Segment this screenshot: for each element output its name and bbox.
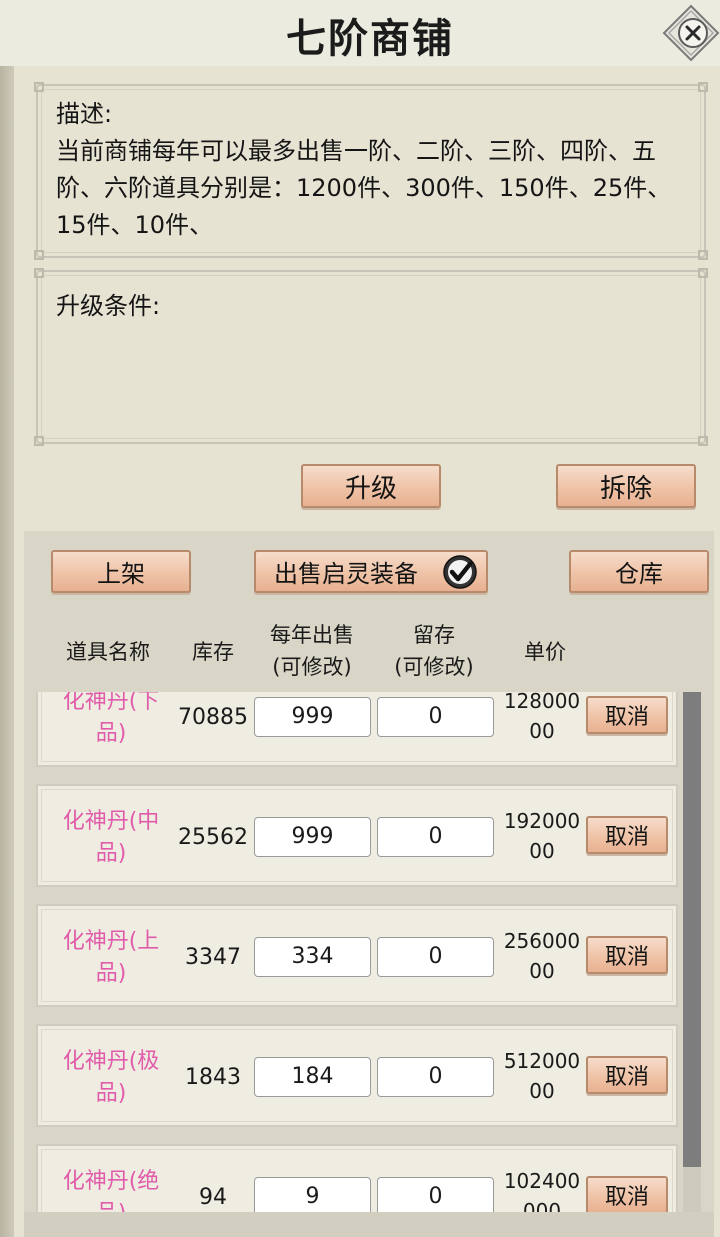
title-bar: 七阶商铺 bbox=[0, 0, 720, 66]
reserve-input[interactable]: 0 bbox=[377, 697, 494, 737]
panel-bottom-edge bbox=[24, 1212, 714, 1237]
description-content: 描述: 当前商铺每年可以最多出售一阶、二阶、三阶、四阶、五阶、六阶道具分别是：1… bbox=[56, 96, 690, 244]
item-stock: 1843 bbox=[185, 1065, 241, 1090]
item-name: 化神丹(上 品) bbox=[62, 929, 160, 986]
cancel-button[interactable]: 取消 bbox=[586, 1176, 668, 1212]
column-header-price: 单价 bbox=[524, 640, 566, 664]
item-stock: 70885 bbox=[178, 705, 248, 730]
annual-sale-input[interactable]: 184 bbox=[254, 1057, 371, 1097]
list-item-button[interactable]: 上架 bbox=[51, 550, 191, 593]
reserve-input[interactable]: 0 bbox=[377, 1177, 494, 1212]
column-header-annual-sale: 每年出售 (可修改) bbox=[270, 623, 354, 679]
cancel-button[interactable]: 取消 bbox=[586, 696, 668, 734]
cancel-button[interactable]: 取消 bbox=[586, 1056, 668, 1094]
item-name: 化神丹(极 品) bbox=[62, 1049, 160, 1106]
annual-sale-input[interactable]: 999 bbox=[254, 697, 371, 737]
reserve-input[interactable]: 0 bbox=[377, 817, 494, 857]
close-button[interactable] bbox=[662, 4, 720, 62]
table-row: 化神丹(上 品) 3347 334 0 256000 00 取消 bbox=[36, 904, 678, 1007]
demolish-button[interactable]: 拆除 bbox=[556, 464, 696, 508]
warehouse-button[interactable]: 仓库 bbox=[569, 550, 709, 593]
reserve-input[interactable]: 0 bbox=[377, 937, 494, 977]
table-row: 化神丹(极 品) 1843 184 0 512000 00 取消 bbox=[36, 1024, 678, 1127]
item-stock: 25562 bbox=[178, 825, 248, 850]
item-list[interactable]: 化神丹(下 品) 70885 999 0 128000 00 取消 化神丹(中 品) … bbox=[26, 692, 686, 1212]
left-border-strip bbox=[0, 66, 14, 1237]
item-stock: 3347 bbox=[185, 945, 241, 970]
sell-equipment-label: 出售启灵装备 bbox=[274, 560, 418, 588]
column-header-reserve: 留存 (可修改) bbox=[394, 623, 474, 679]
item-price: 256000 00 bbox=[503, 929, 581, 983]
description-label: 描述: bbox=[56, 100, 113, 128]
item-price: 102400 000 bbox=[503, 1169, 581, 1212]
cancel-button[interactable]: 取消 bbox=[586, 816, 668, 854]
item-name: 化神丹(下 品) bbox=[62, 692, 160, 746]
upgrade-button[interactable]: 升级 bbox=[301, 464, 441, 508]
checkmark-icon[interactable] bbox=[442, 554, 478, 590]
item-price: 128000 00 bbox=[503, 692, 581, 743]
annual-sale-input[interactable]: 334 bbox=[254, 937, 371, 977]
column-header-name: 道具名称 bbox=[66, 640, 150, 664]
reserve-input[interactable]: 0 bbox=[377, 1057, 494, 1097]
column-header-stock: 库存 bbox=[192, 640, 234, 664]
page-title: 七阶商铺 bbox=[286, 16, 454, 62]
table-row: 化神丹(下 品) 70885 999 0 128000 00 取消 bbox=[36, 692, 678, 767]
table-row: 化神丹(绝品) 94 9 0 102400000 取消 bbox=[36, 1144, 678, 1212]
scrollbar-thumb[interactable] bbox=[683, 692, 701, 1167]
upgrade-conditions-box: 升级条件: bbox=[34, 268, 708, 446]
upgrade-conditions-label: 升级条件: bbox=[56, 292, 161, 320]
annual-sale-input[interactable]: 999 bbox=[254, 817, 371, 857]
cancel-button[interactable]: 取消 bbox=[586, 936, 668, 974]
close-x-icon bbox=[662, 4, 720, 62]
description-text: 当前商铺每年可以最多出售一阶、二阶、三阶、四阶、五阶、六阶道具分别是：1200件… bbox=[56, 137, 672, 239]
item-stock: 94 bbox=[199, 1185, 227, 1210]
item-price: 192000 00 bbox=[503, 809, 581, 863]
table-row: 化神丹(中 品) 25562 999 0 192000 00 取消 bbox=[36, 784, 678, 887]
annual-sale-input[interactable]: 9 bbox=[254, 1177, 371, 1212]
item-name: 化神丹(绝品) bbox=[62, 1169, 160, 1212]
description-box: 描述: 当前商铺每年可以最多出售一阶、二阶、三阶、四阶、五阶、六阶道具分别是：1… bbox=[34, 82, 708, 260]
item-price: 512000 00 bbox=[503, 1049, 581, 1103]
item-name: 化神丹(中 品) bbox=[62, 809, 160, 866]
